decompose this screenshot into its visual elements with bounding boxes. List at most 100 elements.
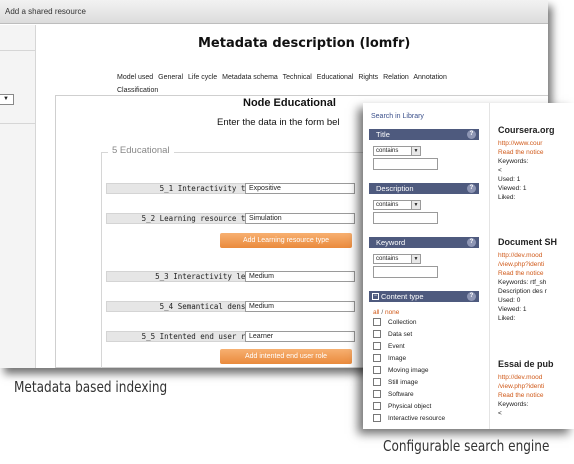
tab-classification[interactable]: Classification [117, 87, 158, 94]
content-type-item[interactable]: Image [371, 354, 486, 366]
checkbox[interactable] [373, 354, 381, 362]
result-link-continued[interactable]: /view.php?identi [498, 382, 574, 391]
caption-metadata-indexing: Metadata based indexing [14, 378, 168, 396]
tab-annotation[interactable]: Annotation [413, 74, 446, 81]
result-link[interactable]: http://dev.mood [498, 251, 574, 260]
chevron-down-icon: ▼ [411, 255, 420, 263]
left-panel-select[interactable]: ▼ [0, 94, 14, 105]
help-icon[interactable]: ? [467, 238, 476, 247]
title-section-header: Title ? [369, 129, 479, 140]
tab-relation[interactable]: Relation [383, 74, 409, 81]
result-item: Document SH http://dev.mood /view.php?id… [498, 236, 574, 323]
description-search-input[interactable] [373, 212, 438, 224]
chevron-down-icon: ▼ [411, 201, 420, 209]
checkbox[interactable] [373, 414, 381, 422]
intended-end-user-role-label: 5_5 Intented end user role [106, 331, 264, 342]
read-notice-link[interactable]: Read the notice [498, 391, 574, 400]
result-keywords: Keywords: [498, 401, 529, 408]
node-title: Node Educational [243, 97, 336, 109]
content-type-item[interactable]: Data set [371, 330, 486, 342]
search-library-window: Search in Library Title ? contains ▼ Des… [363, 103, 574, 429]
content-type-item[interactable]: Moving image [371, 366, 486, 378]
help-icon[interactable]: ? [467, 184, 476, 193]
interactivity-type-input[interactable]: Expositive [245, 183, 355, 194]
content-type-label-text: Data set [388, 331, 413, 338]
result-liked: Liked: [498, 194, 516, 201]
tab-model-used[interactable]: Model used [117, 74, 153, 81]
left-panel-divider [0, 50, 36, 51]
caption-search-engine: Configurable search engine [383, 437, 550, 455]
intended-end-user-role-input[interactable]: Learner [245, 331, 355, 342]
semantical-density-input[interactable]: Medium [245, 301, 355, 312]
result-link[interactable]: http://dev.mood [498, 373, 574, 382]
select-all-none: all / none [373, 309, 399, 316]
add-learning-resource-type-button[interactable]: Add Learning resource type [220, 233, 352, 248]
help-icon[interactable]: ? [467, 292, 476, 301]
page-title: Metadata description (lomfr) [198, 36, 411, 51]
content-type-header[interactable]: − Content type ? [369, 291, 479, 302]
interactivity-type-label: 5_1 Interactivity type [106, 183, 264, 194]
read-notice-link[interactable]: Read the notice [498, 269, 574, 278]
all-none-separator: / [381, 309, 384, 316]
tab-educational[interactable]: Educational [317, 74, 354, 81]
result-title[interactable]: Coursera.org [498, 124, 574, 137]
add-intended-end-user-role-button[interactable]: Add intented end user role [220, 349, 352, 364]
window-titlebar: Add a shared resource [0, 0, 548, 24]
description-operator-select[interactable]: contains ▼ [373, 200, 421, 210]
semantical-density-label: 5_4 Semantical density [106, 301, 264, 312]
tab-life-cycle[interactable]: Life cycle [188, 74, 217, 81]
tab-metadata-schema[interactable]: Metadata schema [222, 74, 278, 81]
content-type-label: Content type [381, 292, 424, 301]
result-link[interactable]: http://www.cour [498, 139, 574, 148]
content-type-label-text: Physical object [388, 403, 432, 410]
result-liked: Liked: [498, 315, 516, 322]
description-section-label: Description [376, 184, 414, 193]
interactivity-level-input[interactable]: Medium [245, 271, 355, 282]
checkbox[interactable] [373, 330, 381, 338]
title-operator-select[interactable]: contains ▼ [373, 146, 421, 156]
learning-resource-type-input[interactable]: Simulation [245, 213, 355, 224]
content-type-label-text: Event [388, 343, 405, 350]
content-type-label-text: Moving image [388, 367, 429, 374]
content-type-item[interactable]: Software [371, 390, 486, 402]
title-section-label: Title [376, 130, 390, 139]
help-icon[interactable]: ? [467, 130, 476, 139]
keyword-search-input[interactable] [373, 266, 438, 278]
node-subtitle: Enter the data in the form bel [217, 117, 340, 128]
checkbox[interactable] [373, 390, 381, 398]
title-search-input[interactable] [373, 158, 438, 170]
chevron-down-icon: ▼ [411, 147, 420, 155]
select-all-link[interactable]: all [373, 309, 380, 316]
result-viewed: Viewed: 1 [498, 185, 527, 192]
checkbox[interactable] [373, 378, 381, 386]
left-panel: ▼ [0, 25, 36, 368]
result-keywords: Keywords: [498, 158, 529, 165]
content-type-item[interactable]: Collection [371, 318, 486, 330]
tab-rights[interactable]: Rights [358, 74, 378, 81]
collapse-icon[interactable]: − [372, 293, 379, 300]
content-type-item[interactable]: Physical object [371, 402, 486, 414]
title-operator-value: contains [376, 148, 399, 154]
interactivity-level-label: 5_3 Interactivity level [106, 271, 264, 282]
content-type-item[interactable]: Still image [371, 378, 486, 390]
checkbox[interactable] [373, 318, 381, 326]
tab-technical[interactable]: Technical [283, 74, 312, 81]
left-panel-divider-2 [0, 123, 36, 124]
select-none-link[interactable]: none [385, 309, 399, 316]
result-link-continued[interactable]: /view.php?identi [498, 260, 574, 269]
result-title[interactable]: Document SH [498, 236, 574, 249]
keyword-operator-select[interactable]: contains ▼ [373, 254, 421, 264]
result-title[interactable]: Essai de pub [498, 358, 574, 371]
content-type-label-text: Image [388, 355, 407, 362]
result-used: Used: 1 [498, 176, 521, 183]
checkbox[interactable] [373, 366, 381, 374]
tab-general[interactable]: General [158, 74, 183, 81]
keyword-section-label: Keyword [376, 238, 406, 247]
checkbox[interactable] [373, 342, 381, 350]
read-notice-link[interactable]: Read the notice [498, 148, 574, 157]
keyword-operator-value: contains [376, 256, 399, 262]
checkbox[interactable] [373, 402, 381, 410]
content-type-item[interactable]: Event [371, 342, 486, 354]
search-sidebar: Search in Library Title ? contains ▼ Des… [363, 103, 488, 429]
content-type-item[interactable]: Interactive resource [371, 414, 486, 426]
